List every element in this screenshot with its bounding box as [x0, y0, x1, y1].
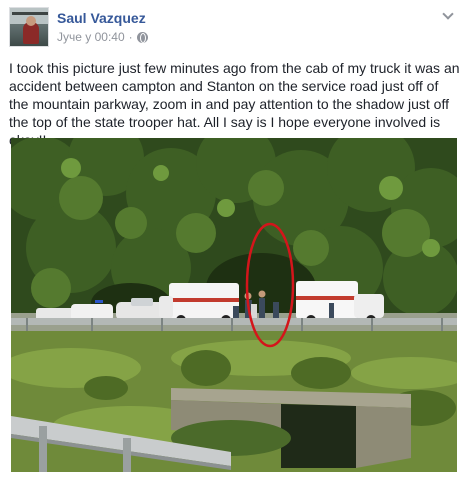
globe-icon[interactable]	[136, 31, 148, 43]
post-message: I took this picture just few minutes ago…	[9, 60, 460, 148]
chevron-down-icon[interactable]	[442, 9, 454, 21]
avatar[interactable]	[9, 7, 49, 47]
post-photo[interactable]	[11, 138, 457, 472]
post-timestamp[interactable]: Јуче у 00:40	[57, 30, 125, 44]
author-name[interactable]: Saul Vazquez	[57, 10, 146, 26]
facebook-post: Saul Vazquez Јуче у 00:40 · I took this …	[0, 0, 468, 486]
accident-scene-image	[11, 138, 457, 472]
post-meta: Јуче у 00:40 ·	[57, 30, 148, 44]
meta-separator: ·	[128, 30, 133, 44]
